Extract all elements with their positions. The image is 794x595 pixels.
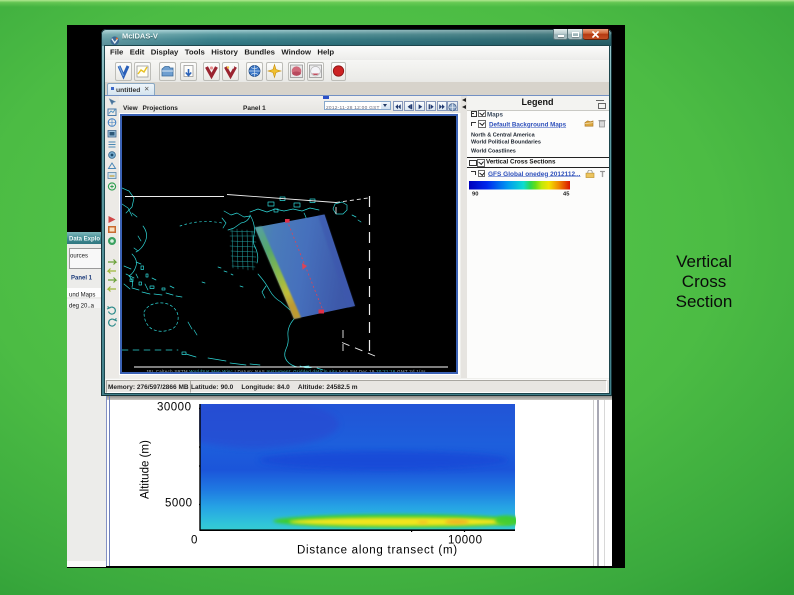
svg-text:JPL Caltech SRTM WorldSat Map: JPL Caltech SRTM WorldSat Map Wisc I Dat…	[146, 368, 426, 372]
